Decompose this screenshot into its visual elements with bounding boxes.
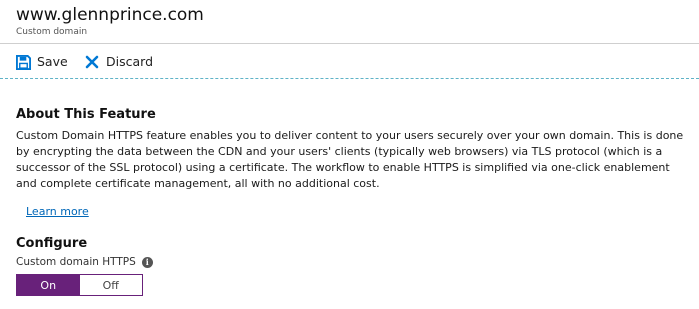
discard-label: Discard <box>106 54 153 69</box>
https-toggle: On Off <box>16 274 143 296</box>
toggle-off-option[interactable]: Off <box>79 275 142 295</box>
save-label: Save <box>37 54 68 69</box>
about-heading: About This Feature <box>16 107 156 122</box>
learn-more-link[interactable]: Learn more <box>26 204 89 220</box>
field-label-text: Custom domain HTTPS <box>16 256 136 268</box>
command-bar: Save Discard <box>0 44 699 79</box>
save-icon <box>15 54 31 70</box>
discard-button[interactable]: Discard <box>84 52 153 72</box>
info-icon[interactable]: i <box>141 256 153 268</box>
page-title: www.glennprince.com <box>16 5 204 25</box>
about-description: Custom Domain HTTPS feature enables you … <box>16 129 684 190</box>
configure-heading: Configure <box>16 236 88 251</box>
save-button[interactable]: Save <box>15 52 68 72</box>
page-subtitle: Custom domain <box>16 27 88 37</box>
toggle-on-option[interactable]: On <box>17 275 80 295</box>
custom-domain-https-label: Custom domain HTTPS i <box>16 255 153 269</box>
blade-header: www.glennprince.com Custom domain <box>0 0 699 44</box>
close-icon <box>84 54 100 70</box>
